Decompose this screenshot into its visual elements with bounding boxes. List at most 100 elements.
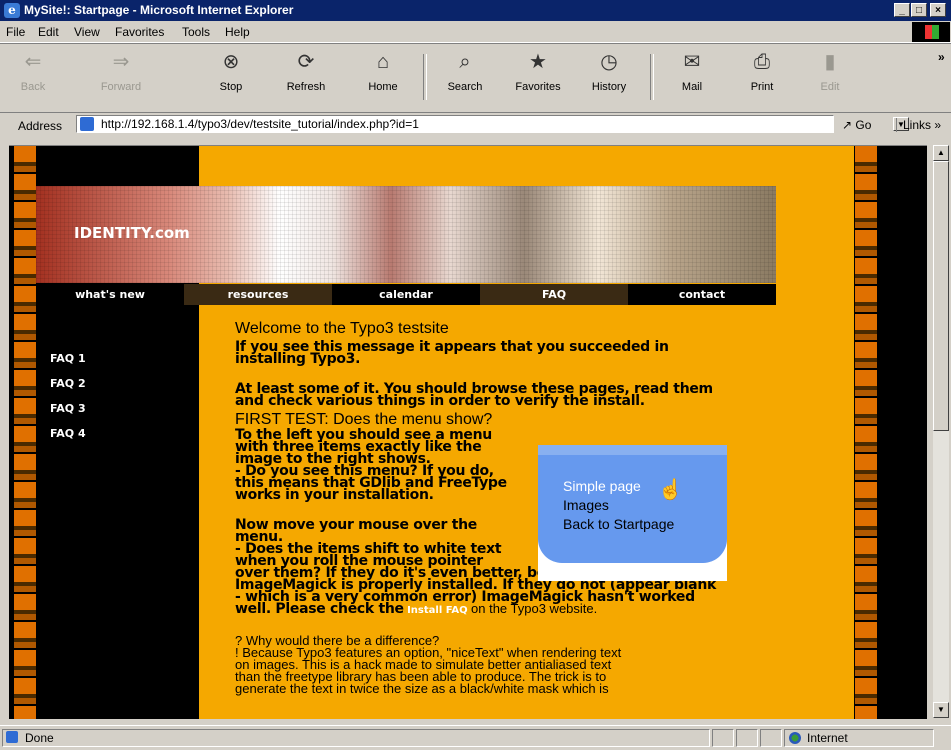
banner-image: IDENTITY.com xyxy=(36,186,776,283)
menu-favorites[interactable]: Favorites xyxy=(115,25,164,39)
nav-contact[interactable]: contact xyxy=(628,284,776,305)
favorites-icon: ★ xyxy=(529,51,547,73)
history-button[interactable]: ◷ History xyxy=(580,50,638,108)
menu-edit[interactable]: Edit xyxy=(38,25,59,39)
search-label: Search xyxy=(447,81,483,93)
address-label: Address xyxy=(18,119,63,133)
title-bar: e MySite!: Startpage - Microsoft Interne… xyxy=(0,0,951,21)
print-label: Print xyxy=(750,81,774,93)
edit-button[interactable]: ▮ Edit xyxy=(801,50,859,108)
history-icon: ◷ xyxy=(600,51,618,73)
favorites-button[interactable]: ★ Favorites xyxy=(509,50,567,108)
menu-example-image: Simple page Images Back to Startpage ☝ xyxy=(538,445,727,581)
install-faq-pre: well. Please check the xyxy=(235,601,404,617)
site-logo: IDENTITY.com xyxy=(74,224,190,242)
status-pane: Done xyxy=(2,729,710,747)
favorites-label: Favorites xyxy=(515,81,561,93)
print-icon: ⎙ xyxy=(754,51,770,73)
back-label: Back xyxy=(20,81,46,93)
why-line: generate the text in twice the size as a… xyxy=(235,681,609,696)
stop-label: Stop xyxy=(219,81,243,93)
nav-label: resources xyxy=(227,288,289,301)
menu-example-item: Images xyxy=(563,497,609,513)
toolbar-separator xyxy=(423,54,427,100)
sidebar-item-faq-2[interactable]: FAQ 2 xyxy=(50,377,86,390)
stop-icon: ⊗ xyxy=(222,51,240,73)
mail-label: Mail xyxy=(681,81,703,93)
scroll-thumb[interactable] xyxy=(933,161,949,431)
nav-label: FAQ xyxy=(541,288,567,301)
address-bar: Address http://192.168.1.4/typo3/dev/tes… xyxy=(0,112,951,137)
maximize-button[interactable]: □ xyxy=(911,3,927,17)
nav-calendar[interactable]: calendar xyxy=(332,284,480,305)
right-film-strip xyxy=(855,146,877,719)
menu-tools[interactable]: Tools xyxy=(182,25,210,39)
scroll-down-button[interactable]: ▼ xyxy=(933,702,949,718)
status-pane xyxy=(736,729,758,747)
links-button[interactable]: Links » xyxy=(896,118,941,132)
nav-label: contact xyxy=(678,288,726,301)
install-faq-post: on the Typo3 website. xyxy=(471,601,598,616)
print-button[interactable]: ⎙ Print xyxy=(733,50,791,108)
hand-cursor-icon: ☝ xyxy=(658,479,683,501)
ie-logo-icon: e xyxy=(4,3,20,18)
edit-label: Edit xyxy=(820,81,840,93)
menu-example-item: Simple page xyxy=(563,478,641,494)
nav-label: calendar xyxy=(379,288,433,301)
window-title: MySite!: Startpage - Microsoft Internet … xyxy=(24,3,294,17)
menu-bar: File Edit View Favorites Tools Help xyxy=(0,21,951,43)
menu-view[interactable]: View xyxy=(74,25,100,39)
toolbar-separator xyxy=(650,54,654,100)
menu-help[interactable]: Help xyxy=(225,25,250,39)
status-pane xyxy=(760,729,782,747)
toolbar-overflow-button[interactable]: » xyxy=(938,50,945,64)
menu-example-top-band xyxy=(538,445,727,455)
zone-pane: Internet xyxy=(784,729,934,747)
home-label: Home xyxy=(368,81,398,93)
go-arrow-icon: ↗ xyxy=(842,118,853,132)
back-arrow-icon: ⇐ xyxy=(24,51,42,73)
forward-arrow-icon: ⇒ xyxy=(112,51,130,73)
globe-icon xyxy=(789,732,801,744)
page-done-icon xyxy=(6,731,18,743)
install-faq-link[interactable]: Install FAQ xyxy=(407,605,468,616)
go-button[interactable]: ↗ Go xyxy=(842,118,871,132)
install-faq-line: well. Please check the Install FAQ on th… xyxy=(235,601,735,617)
nav-faq[interactable]: FAQ xyxy=(480,284,628,305)
home-icon: ⌂ xyxy=(376,51,390,73)
history-label: History xyxy=(591,81,627,93)
top-nav: what's new resources calendar FAQ contac… xyxy=(36,284,776,305)
sidebar-item-faq-3[interactable]: FAQ 3 xyxy=(50,402,86,415)
refresh-icon: ⟳ xyxy=(297,51,315,73)
forward-button[interactable]: ⇒ Forward xyxy=(92,50,150,108)
close-button[interactable]: × xyxy=(930,3,946,17)
nav-label: what's new xyxy=(75,288,145,301)
page-icon xyxy=(80,117,94,131)
vertical-scrollbar[interactable]: ▲ ▼ xyxy=(933,145,949,718)
sidebar-item-faq-1[interactable]: FAQ 1 xyxy=(50,352,86,365)
search-icon: ⌕ xyxy=(459,51,471,73)
status-bar: Done Internet xyxy=(0,725,951,750)
home-button[interactable]: ⌂ Home xyxy=(354,50,412,108)
menu-example-item: Back to Startpage xyxy=(563,516,675,532)
windows-logo-icon xyxy=(912,22,950,42)
search-button[interactable]: ⌕ Search xyxy=(436,50,494,108)
stop-button[interactable]: ⊗ Stop xyxy=(202,50,260,108)
status-text: Done xyxy=(25,731,54,745)
minimize-button[interactable]: _ xyxy=(894,3,910,17)
menu-file[interactable]: File xyxy=(6,25,25,39)
edit-icon: ▮ xyxy=(824,51,836,73)
mail-button[interactable]: ✉ Mail xyxy=(663,50,721,108)
refresh-label: Refresh xyxy=(286,81,326,93)
back-button[interactable]: ⇐ Back xyxy=(4,50,62,108)
zone-text: Internet xyxy=(807,731,848,745)
refresh-button[interactable]: ⟳ Refresh xyxy=(277,50,335,108)
toolbar: ⇐ Back ⇒ Forward ⊗ Stop ⟳ Refresh ⌂ Home… xyxy=(0,43,951,110)
scroll-up-button[interactable]: ▲ xyxy=(933,145,949,161)
nav-whats-new[interactable]: what's new xyxy=(36,284,184,305)
sidebar-item-faq-4[interactable]: FAQ 4 xyxy=(50,427,86,440)
nav-resources[interactable]: resources xyxy=(184,284,332,305)
address-input[interactable]: http://192.168.1.4/typo3/dev/testsite_tu… xyxy=(76,115,909,133)
welcome-heading: Welcome to the Typo3 testsite xyxy=(235,320,449,337)
page-viewport: IDENTITY.com what's new resources calend… xyxy=(9,145,927,719)
